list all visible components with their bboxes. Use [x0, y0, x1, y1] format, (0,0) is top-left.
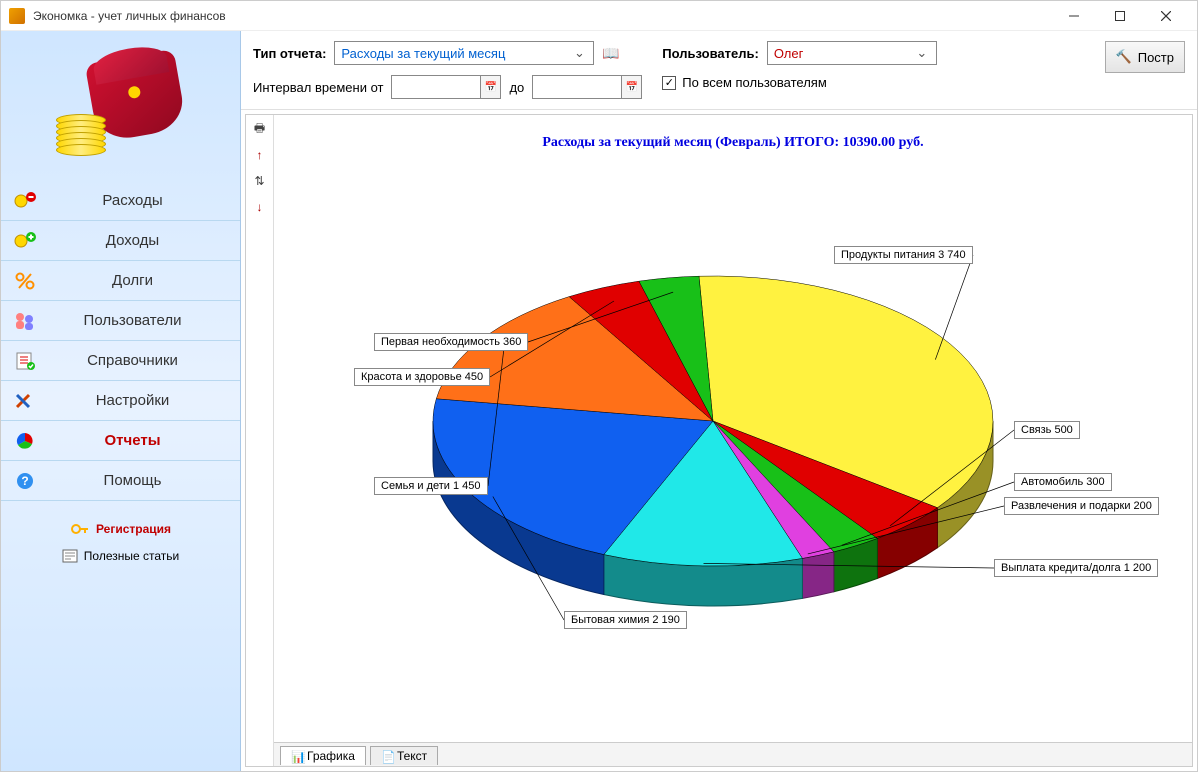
- all-users-label: По всем пользователям: [682, 75, 827, 90]
- minimize-button[interactable]: [1051, 1, 1097, 31]
- sidebar: Расходы Доходы Долги Пользователи Справо…: [1, 31, 241, 771]
- user-combo[interactable]: Олег ⌄: [767, 41, 937, 65]
- sidebar-item-debts[interactable]: Долги: [1, 261, 240, 301]
- user-value: Олег: [774, 46, 804, 61]
- sidebar-item-directories[interactable]: Справочники: [1, 341, 240, 381]
- book-icon[interactable]: 📖: [602, 45, 619, 62]
- print-icon[interactable]: 🖶: [252, 121, 268, 137]
- chevron-down-icon: ⌄: [571, 45, 587, 61]
- nav: Расходы Доходы Долги Пользователи Справо…: [1, 181, 240, 501]
- report-content: 🖶 ↑ ⇅ ↓ Расходы за текущий месяц (Феврал…: [245, 114, 1193, 767]
- build-button[interactable]: 🔨 Постр: [1105, 41, 1185, 73]
- pie-chart-icon: [13, 431, 37, 451]
- chart-toolbar: 🖶 ↑ ⇅ ↓: [246, 115, 274, 766]
- pie-label: Продукты питания 3 740: [834, 246, 973, 264]
- sidebar-item-label: Отчеты: [37, 432, 228, 449]
- date-to-input[interactable]: 📅: [532, 75, 642, 99]
- registration-link[interactable]: Регистрация: [70, 521, 171, 537]
- articles-label: Полезные статьи: [84, 549, 179, 563]
- tab-label: Графика: [307, 749, 355, 763]
- build-label: Постр: [1138, 50, 1174, 65]
- pie-label: Выплата кредита/долга 1 200: [994, 559, 1158, 577]
- pie-label: Связь 500: [1014, 421, 1080, 439]
- main: Тип отчета: Расходы за текущий месяц ⌄ 📖…: [241, 31, 1197, 771]
- app-icon: [9, 8, 25, 24]
- calendar-icon[interactable]: 📅: [480, 76, 500, 98]
- sidebar-item-label: Расходы: [37, 192, 228, 209]
- chevron-down-icon: ⌄: [914, 45, 930, 61]
- chart-tab-icon: 📊: [291, 750, 303, 762]
- book-icon: [13, 351, 37, 371]
- date-from-input[interactable]: 📅: [391, 75, 501, 99]
- interval-from-label: Интервал времени от: [253, 80, 383, 95]
- tab-text[interactable]: 📄 Текст: [370, 746, 438, 765]
- window-title: Экономка - учет личных финансов: [33, 9, 1051, 23]
- view-tabs: 📊 Графика 📄 Текст: [274, 742, 1192, 766]
- report-type-value: Расходы за текущий месяц: [341, 46, 505, 61]
- report-type-combo[interactable]: Расходы за текущий месяц ⌄: [334, 41, 594, 65]
- all-users-checkbox[interactable]: ✓: [662, 76, 676, 90]
- sidebar-item-expenses[interactable]: Расходы: [1, 181, 240, 221]
- coins-plus-icon: [13, 231, 37, 251]
- maximize-button[interactable]: [1097, 1, 1143, 31]
- pie-label: Семья и дети 1 450: [374, 477, 488, 495]
- interval-to-label: до: [509, 80, 524, 95]
- app-window: Экономка - учет личных финансов: [0, 0, 1198, 772]
- tab-graphics[interactable]: 📊 Графика: [280, 746, 366, 765]
- help-icon: ?: [13, 471, 37, 491]
- pie-label: Бытовая химия 2 190: [564, 611, 687, 629]
- sidebar-item-label: Помощь: [37, 472, 228, 489]
- wallet-logo-icon: [51, 46, 191, 166]
- percent-icon: [13, 271, 37, 291]
- calendar-icon[interactable]: 📅: [621, 76, 641, 98]
- tools-icon: [13, 391, 37, 411]
- coins-minus-icon: [13, 191, 37, 211]
- report-type-label: Тип отчета:: [253, 46, 326, 61]
- sidebar-item-label: Пользователи: [37, 312, 228, 329]
- articles-link[interactable]: Полезные статьи: [62, 549, 179, 563]
- people-icon: [13, 311, 37, 331]
- sidebar-item-income[interactable]: Доходы: [1, 221, 240, 261]
- registration-label: Регистрация: [96, 522, 171, 536]
- chart-title: Расходы за текущий месяц (Февраль) ИТОГО…: [274, 115, 1192, 161]
- sidebar-item-label: Долги: [37, 272, 228, 289]
- sidebar-item-label: Справочники: [37, 352, 228, 369]
- pie-label: Первая необходимость 360: [374, 333, 528, 351]
- key-icon: [70, 521, 90, 537]
- pie-label: Автомобиль 300: [1014, 473, 1112, 491]
- chart-area: Расходы за текущий месяц (Февраль) ИТОГО…: [274, 115, 1192, 766]
- text-tab-icon: 📄: [381, 750, 393, 762]
- sidebar-item-help[interactable]: ? Помощь: [1, 461, 240, 501]
- pie-label: Красота и здоровье 450: [354, 368, 490, 386]
- close-button[interactable]: [1143, 1, 1189, 31]
- hammer-icon: 🔨: [1116, 49, 1132, 65]
- sidebar-item-users[interactable]: Пользователи: [1, 301, 240, 341]
- pie-label: Развлечения и подарки 200: [1004, 497, 1159, 515]
- arrow-up-icon[interactable]: ↑: [252, 147, 268, 163]
- sidebar-item-settings[interactable]: Настройки: [1, 381, 240, 421]
- news-icon: [62, 549, 78, 563]
- pie-chart: Продукты питания 3 740 Связь 500 Автомобил…: [274, 161, 1192, 681]
- svg-text:?: ?: [21, 474, 28, 488]
- sidebar-item-label: Доходы: [37, 232, 228, 249]
- arrows-icon[interactable]: ⇅: [252, 173, 268, 189]
- logo-area: [1, 31, 240, 181]
- toolbar: Тип отчета: Расходы за текущий месяц ⌄ 📖…: [241, 31, 1197, 110]
- arrow-down-icon[interactable]: ↓: [252, 199, 268, 215]
- sidebar-item-label: Настройки: [37, 392, 228, 409]
- user-label: Пользователь:: [662, 46, 759, 61]
- sidebar-item-reports[interactable]: Отчеты: [1, 421, 240, 461]
- titlebar: Экономка - учет личных финансов: [1, 1, 1197, 31]
- tab-label: Текст: [397, 749, 427, 763]
